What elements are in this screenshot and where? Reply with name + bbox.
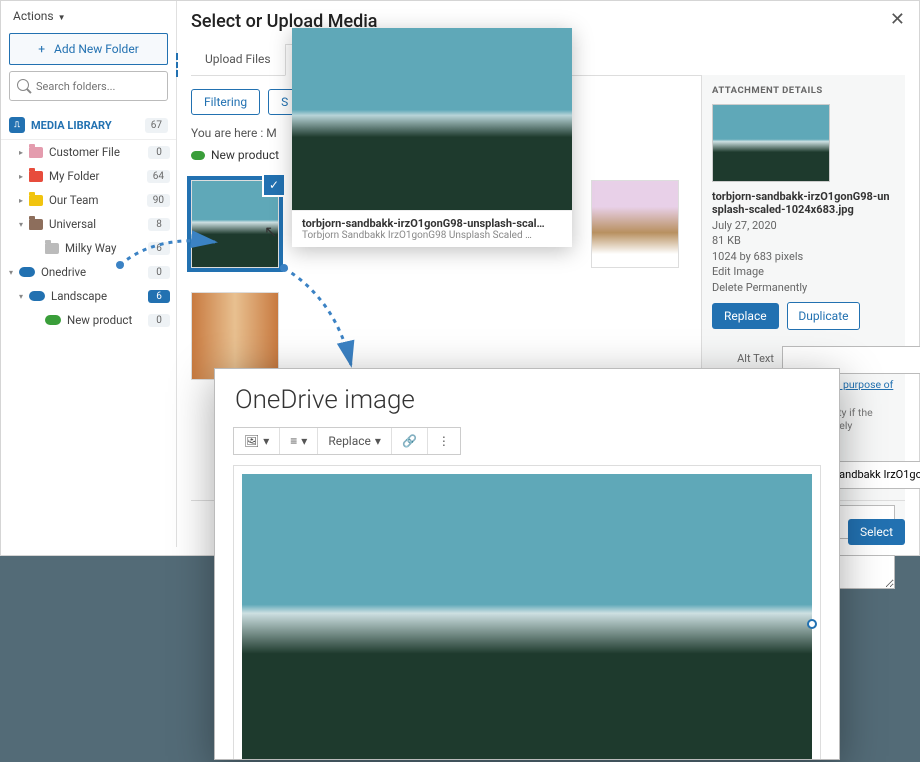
image-block-content: [242, 474, 812, 760]
chevron-down-icon: ▾: [9, 268, 19, 277]
details-thumbnail: [712, 104, 830, 182]
preview-title: torbjorn-sandbakk-irzO1gonG98-unsplash-s…: [302, 217, 562, 230]
folder-icon: [45, 243, 59, 254]
breadcrumb-text: M: [266, 126, 276, 140]
library-count: 67: [145, 118, 168, 133]
align-icon: ≡: [290, 434, 297, 448]
image-resize-handle[interactable]: [807, 619, 817, 629]
more-options-button[interactable]: ⋮: [428, 428, 460, 454]
add-new-folder-button[interactable]: Add New Folder: [9, 33, 168, 65]
preview-subtitle: Torbjorn Sandbakk IrzO1gonG98 Unsplash S…: [302, 230, 562, 241]
folder-icon: [29, 147, 43, 158]
close-modal-button[interactable]: ✕: [890, 9, 905, 30]
block-type-button[interactable]: 🖼▾: [234, 428, 280, 454]
cloud-item-onedrive[interactable]: ▾ Onedrive 0: [1, 260, 176, 284]
select-media-button[interactable]: Select: [848, 519, 905, 545]
preview-image: [292, 28, 572, 210]
folder-item-universal[interactable]: ▾ Universal 8: [1, 212, 176, 236]
media-thumbnail[interactable]: [591, 180, 679, 268]
details-title: ATTACHMENT DETAILS: [712, 85, 895, 96]
library-icon: ⎍: [9, 117, 25, 133]
chevron-right-icon: ▸: [19, 148, 29, 157]
details-date: July 27, 2020: [712, 218, 895, 233]
replace-button[interactable]: Replace: [712, 303, 779, 329]
folder-item-milky-way[interactable]: Milky Way 6: [1, 236, 176, 260]
folder-item-customer-file[interactable]: ▸ Customer File 0: [1, 140, 176, 164]
cloud-icon: [19, 267, 35, 277]
filtering-button[interactable]: Filtering: [191, 89, 260, 115]
chevron-right-icon: ▸: [19, 196, 29, 205]
details-filename: torbjorn-sandbakk-irzO1gonG98-unsplash-s…: [712, 190, 895, 216]
link-icon: 🔗: [402, 434, 417, 448]
page-editor-window: OneDrive image 🖼▾ ≡▾ Replace ▾ 🔗 ⋮: [214, 368, 840, 760]
folder-search-input[interactable]: [9, 71, 168, 101]
cloud-item-new-product[interactable]: New product 0: [1, 308, 176, 332]
edit-image-link[interactable]: Edit Image: [712, 264, 895, 279]
folder-item-our-team[interactable]: ▸ Our Team 90: [1, 188, 176, 212]
folder-icon: [29, 171, 43, 182]
folder-icon: [29, 219, 43, 230]
cloud-icon: [45, 315, 61, 325]
actions-label: Actions: [13, 9, 54, 23]
breadcrumb-label: You are here :: [191, 126, 263, 140]
link-button[interactable]: 🔗: [392, 428, 428, 454]
alt-text-label: Alt Text: [712, 346, 774, 365]
details-size: 81 KB: [712, 233, 895, 248]
page-heading[interactable]: OneDrive image: [215, 369, 839, 427]
media-preview-popup: torbjorn-sandbakk-irzO1gonG98-unsplash-s…: [292, 28, 572, 247]
cursor-icon: ↖: [264, 222, 277, 241]
cloud-icon: [29, 291, 45, 301]
breadcrumb-tag-label: New product: [211, 148, 279, 162]
breadcrumb-tag[interactable]: New product: [191, 148, 279, 162]
align-button[interactable]: ≡▾: [280, 428, 318, 454]
media-library-root[interactable]: ⎍ MEDIA LIBRARY 67: [1, 111, 176, 140]
folder-sidebar: Actions Add New Folder ⎍ MEDIA LIBRARY 6…: [1, 1, 177, 547]
cloud-icon: [191, 151, 205, 160]
details-dimensions: 1024 by 683 pixels: [712, 249, 895, 264]
media-thumbnail[interactable]: [191, 292, 279, 380]
tab-upload-files[interactable]: Upload Files: [191, 44, 285, 75]
block-toolbar: 🖼▾ ≡▾ Replace ▾ 🔗 ⋮: [233, 427, 461, 455]
folder-item-my-folder[interactable]: ▸ My Folder 64: [1, 164, 176, 188]
chevron-down-icon: ▾: [19, 292, 29, 301]
actions-dropdown[interactable]: Actions: [1, 1, 176, 29]
chevron-down-icon: ▾: [19, 220, 29, 229]
duplicate-button[interactable]: Duplicate: [787, 302, 859, 330]
image-icon: 🖼: [244, 434, 259, 448]
chevron-right-icon: ▸: [19, 172, 29, 181]
more-icon: ⋮: [438, 434, 450, 448]
folder-icon: [29, 195, 43, 206]
delete-permanently-link[interactable]: Delete Permanently: [712, 280, 895, 295]
library-label: MEDIA LIBRARY: [31, 119, 145, 132]
cloud-item-landscape[interactable]: ▾ Landscape 6: [1, 284, 176, 308]
replace-image-button[interactable]: Replace ▾: [318, 428, 392, 454]
image-block[interactable]: [233, 465, 821, 760]
